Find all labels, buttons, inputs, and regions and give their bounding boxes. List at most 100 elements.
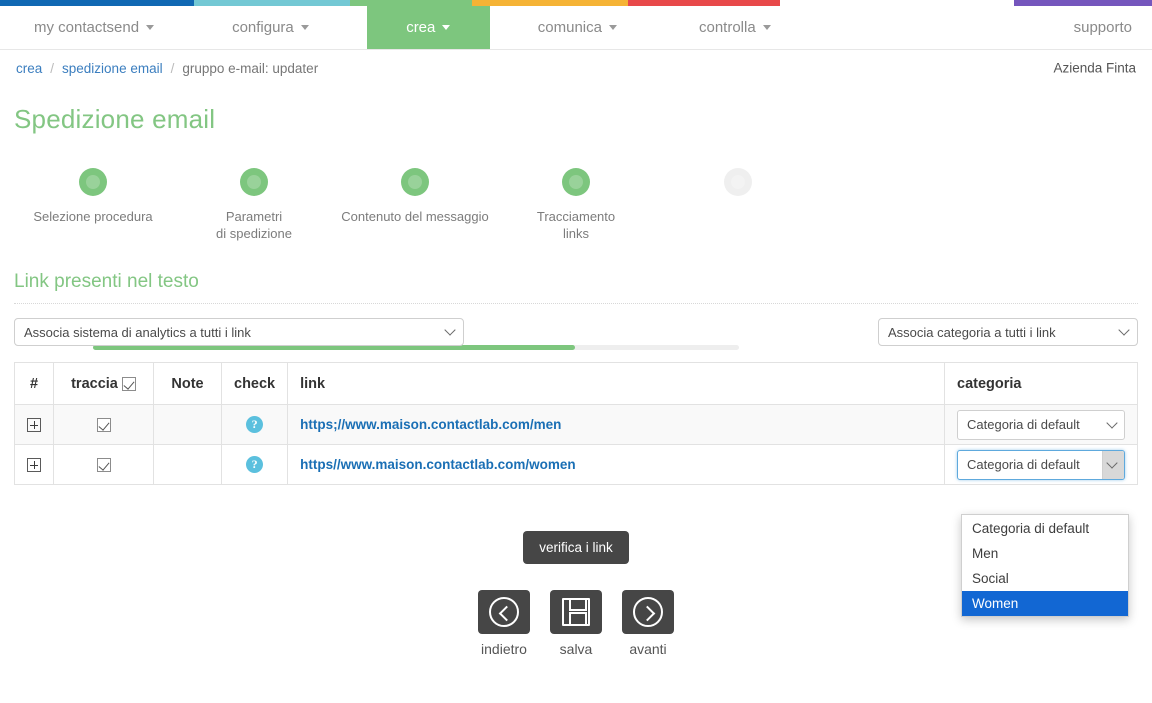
row-category-select[interactable]: Categoria di default bbox=[957, 409, 1125, 440]
nav-label-crea: crea bbox=[406, 19, 436, 36]
stepper-dot-icon bbox=[240, 168, 268, 196]
stepper-label-2: Parametri di spedizione bbox=[174, 208, 334, 242]
save-button-box[interactable] bbox=[550, 590, 602, 634]
stepper-dot-icon bbox=[401, 168, 429, 196]
analytics-select-value: Associa sistema di analytics a tutti i l… bbox=[24, 324, 251, 340]
analytics-select[interactable]: Associa sistema di analytics a tutti i l… bbox=[14, 318, 464, 346]
row-expand-cell bbox=[14, 404, 54, 445]
verify-links-button[interactable]: verifica i link bbox=[523, 531, 629, 564]
stepper-label-4-text: Tracciamento links bbox=[536, 209, 616, 241]
nav-label-controlla: controlla bbox=[698, 19, 756, 36]
bulk-assign-row: Associa sistema di analytics a tutti i l… bbox=[14, 318, 1138, 346]
help-icon[interactable]: ? bbox=[246, 456, 264, 473]
nav-label-my-contactsend: my contactsend bbox=[34, 19, 140, 36]
stepper-step-2[interactable]: Parametri di spedizione bbox=[174, 157, 334, 242]
help-icon[interactable]: ? bbox=[246, 416, 264, 433]
back-button[interactable]: indietro bbox=[473, 590, 535, 657]
row-traccia-checkbox[interactable] bbox=[96, 418, 111, 433]
row-check-cell: ? bbox=[220, 404, 289, 445]
row-category-select-value: Categoria di default bbox=[967, 417, 1080, 432]
plus-expand-icon[interactable] bbox=[27, 418, 41, 433]
stepper-label-4: Tracciamento links bbox=[496, 208, 656, 242]
next-button-box[interactable] bbox=[622, 590, 674, 634]
breadcrumb: crea / spedizione email / gruppo e-mail:… bbox=[0, 50, 1152, 86]
back-button-box[interactable] bbox=[478, 590, 530, 634]
links-table-body: ? https;//www.maison.contactlab.com/men … bbox=[14, 404, 1138, 485]
header-categoria: categoria bbox=[944, 362, 1138, 405]
breadcrumb-separator: / bbox=[50, 60, 55, 76]
category-bulk-select[interactable]: Associa categoria a tutti i link bbox=[878, 318, 1138, 346]
category-dropdown-menu[interactable]: Categoria di default Men Social Women bbox=[961, 514, 1129, 617]
section-heading: Link presenti nel testo bbox=[14, 271, 199, 292]
links-table: # traccia Note check link categoria ? ht… bbox=[14, 362, 1138, 485]
breadcrumb-current: gruppo e-mail: updater bbox=[182, 60, 319, 76]
stepper-dot-icon bbox=[724, 168, 752, 196]
row-category-cell: Categoria di default bbox=[944, 404, 1138, 445]
header-num: # bbox=[14, 362, 54, 405]
chevron-down-icon bbox=[608, 25, 617, 30]
header-traccia-checkbox[interactable] bbox=[121, 376, 136, 391]
nav-item-controlla[interactable]: controlla bbox=[665, 6, 791, 49]
row-note-cell bbox=[153, 444, 222, 485]
header-traccia-label: traccia bbox=[71, 375, 118, 392]
row-link-url[interactable]: https//www.maison.contactlab.com/women bbox=[300, 457, 576, 472]
nav-item-configura[interactable]: configura bbox=[174, 6, 367, 49]
breadcrumb-separator: / bbox=[170, 60, 175, 76]
row-traccia-cell bbox=[53, 444, 154, 485]
row-link-cell: https//www.maison.contactlab.com/women bbox=[287, 444, 945, 485]
table-header-row: # traccia Note check link categoria bbox=[14, 362, 1138, 405]
stepper-step-3[interactable]: Contenuto del messaggio bbox=[335, 157, 495, 225]
breadcrumb-link-spedizione-email[interactable]: spedizione email bbox=[62, 61, 163, 76]
category-bulk-select-value: Associa categoria a tutti i link bbox=[888, 324, 1056, 340]
section-divider bbox=[14, 303, 1138, 304]
row-traccia-checkbox[interactable] bbox=[96, 458, 111, 473]
row-link-cell: https;//www.maison.contactlab.com/men bbox=[287, 404, 945, 445]
navbar-spacer bbox=[791, 6, 1054, 49]
dropdown-option-social[interactable]: Social bbox=[962, 566, 1128, 591]
chevron-down-icon bbox=[1106, 416, 1118, 429]
row-expand-cell bbox=[14, 444, 54, 485]
nav-item-comunica[interactable]: comunica bbox=[490, 6, 665, 49]
stepper-step-1[interactable]: Selezione procedura bbox=[13, 157, 173, 225]
chevron-down-icon bbox=[300, 25, 309, 30]
row-link-url[interactable]: https;//www.maison.contactlab.com/men bbox=[300, 417, 561, 432]
chevron-down-icon bbox=[762, 25, 771, 30]
page-title: Spedizione email bbox=[14, 104, 216, 134]
main-navbar: my contactsend configura crea comunica c… bbox=[0, 6, 1152, 50]
stepper-label-2-text: Parametri di spedizione bbox=[216, 209, 292, 241]
chevron-down-icon bbox=[146, 25, 155, 30]
dropdown-option-categoria-di-default[interactable]: Categoria di default bbox=[962, 516, 1128, 541]
stepper-label-1: Selezione procedura bbox=[33, 209, 153, 224]
row-category-select-open[interactable]: Categoria di default bbox=[957, 449, 1125, 480]
plus-expand-icon[interactable] bbox=[27, 458, 41, 473]
dropdown-option-men[interactable]: Men bbox=[962, 541, 1128, 566]
dropdown-option-women[interactable]: Women bbox=[962, 591, 1128, 616]
stepper-step-5[interactable] bbox=[658, 157, 818, 208]
progress-stepper: Selezione procedura Parametri di spedizio… bbox=[0, 157, 1152, 350]
stepper-step-4[interactable]: Tracciamento links bbox=[496, 157, 656, 242]
header-check: check bbox=[220, 362, 289, 405]
nav-item-crea[interactable]: crea bbox=[366, 6, 490, 49]
next-button[interactable]: avanti bbox=[617, 590, 679, 657]
chevron-down-icon bbox=[444, 324, 456, 336]
company-name: Azienda Finta bbox=[1053, 60, 1136, 76]
nav-label-configura: configura bbox=[232, 19, 294, 36]
chevron-down-icon bbox=[1118, 324, 1130, 336]
save-button-label: salva bbox=[559, 641, 593, 657]
stepper-dot-icon bbox=[562, 168, 590, 196]
nav-item-my-contactsend[interactable]: my contactsend bbox=[0, 6, 174, 49]
back-button-label: indietro bbox=[481, 641, 527, 657]
stepper-label-3: Contenuto del messaggio bbox=[341, 209, 489, 224]
next-button-label: avanti bbox=[629, 641, 667, 657]
table-row: ? https//www.maison.contactlab.com/women… bbox=[14, 444, 1138, 485]
floppy-disk-save-icon bbox=[562, 598, 590, 626]
chevron-down-icon bbox=[442, 25, 451, 30]
table-row: ? https;//www.maison.contactlab.com/men … bbox=[14, 404, 1138, 445]
row-check-cell: ? bbox=[220, 444, 289, 485]
arrow-left-circle-icon bbox=[489, 597, 519, 627]
nav-item-supporto[interactable]: supporto bbox=[1054, 6, 1152, 49]
save-button[interactable]: salva bbox=[545, 590, 607, 657]
breadcrumb-link-crea[interactable]: crea bbox=[16, 61, 42, 76]
row-category-select-value: Categoria di default bbox=[967, 457, 1080, 472]
header-traccia: traccia bbox=[53, 362, 154, 405]
